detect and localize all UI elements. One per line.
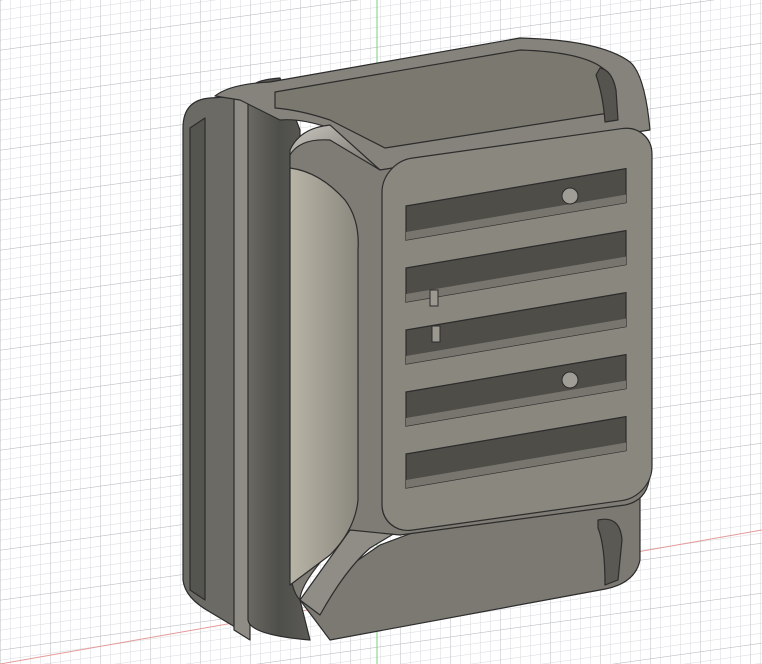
led-indicator-top: [561, 187, 579, 205]
back-plate-rim: [189, 117, 206, 601]
connector-pin-1: [429, 289, 439, 307]
led-indicator-bottom: [561, 371, 579, 389]
cad-viewport[interactable]: [0, 0, 762, 664]
connector-pin-2: [431, 325, 441, 343]
scene-canvas[interactable]: [0, 0, 762, 664]
inner-side-panel: [289, 167, 359, 586]
